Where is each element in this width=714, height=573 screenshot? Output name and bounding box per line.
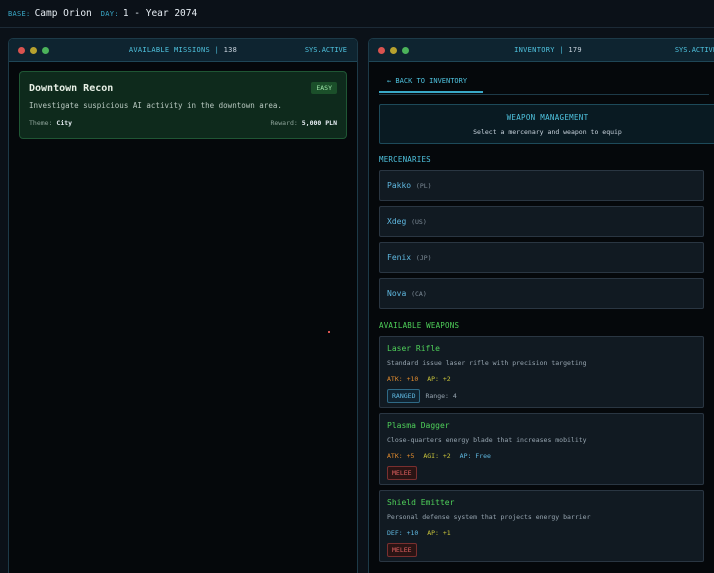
stat-ap: AP: +1: [427, 529, 451, 537]
mercenary-name: Xdeg: [387, 217, 407, 226]
missions-status: SYS.ACTIVE: [304, 46, 347, 54]
mercenary-name: Pakko: [387, 181, 412, 190]
missions-panel-header: AVAILABLE MISSIONS | 138 SYS.ACTIVE: [9, 39, 357, 62]
missions-panel: AVAILABLE MISSIONS | 138 SYS.ACTIVE Down…: [8, 38, 358, 573]
stat-ap: AP: Free: [459, 452, 491, 460]
inventory-count: 179: [568, 46, 582, 54]
stat-attack: ATK: +10: [387, 375, 419, 383]
weapon-name: Plasma Dagger: [387, 421, 450, 430]
weapon-card[interactable]: Plasma Dagger Close-quarters energy blad…: [379, 413, 704, 485]
melee-badge: MELEE: [387, 466, 417, 480]
inventory-title-text: INVENTORY |: [514, 46, 564, 54]
weapon-management-title: WEAPON MANAGEMENT: [506, 113, 589, 122]
inventory-panel-title: INVENTORY | 179: [369, 46, 714, 54]
reward-label: Reward:: [270, 119, 298, 127]
theme-label: Theme:: [29, 119, 53, 127]
status-bar: BASE: Camp Orion DAY: 1 - Year 2074: [0, 0, 714, 28]
mercenary-item[interactable]: Nova (CA): [379, 278, 704, 309]
weapon-card[interactable]: Laser Rifle Standard issue laser rifle w…: [379, 336, 704, 408]
mercenary-name: Nova: [387, 289, 407, 298]
stat-agility: AGI: +2: [423, 452, 451, 460]
weapon-range: Range: 4: [425, 392, 457, 400]
inventory-panel-header: INVENTORY | 179 SYS.ACTIVE: [369, 39, 714, 62]
weapon-stats: ATK: +10 AP: +2: [387, 375, 696, 383]
mercenary-item[interactable]: Fenix (JP): [379, 242, 704, 273]
melee-badge: MELEE: [387, 543, 417, 557]
tab-divider: [379, 94, 709, 95]
base-key: BASE:: [8, 9, 31, 18]
back-to-inventory-tab[interactable]: ← BACK TO INVENTORY: [379, 75, 483, 93]
reward-value: 5,000 PLN: [301, 119, 337, 127]
mercenary-name: Fenix: [387, 253, 412, 262]
mercenary-item[interactable]: Pakko (PL): [379, 170, 704, 201]
weapon-description: Standard issue laser rifle with precisio…: [387, 359, 587, 367]
stat-ap: AP: +2: [427, 375, 451, 383]
missions-count: 138: [223, 46, 238, 54]
weapon-card[interactable]: Shield Emitter Personal defense system t…: [379, 490, 704, 562]
weapon-description: Close-quarters energy blade that increas…: [387, 436, 587, 444]
mission-title: Downtown Recon: [29, 83, 114, 94]
theme-value: City: [56, 119, 73, 127]
weapon-stats: DEF: +10 AP: +1: [387, 529, 696, 537]
weapons-heading: AVAILABLE WEAPONS: [379, 321, 460, 330]
mercenary-item[interactable]: Xdeg (US): [379, 206, 704, 237]
mercenary-country: (US): [411, 218, 427, 226]
weapon-stats: ATK: +5 AGI: +2 AP: Free: [387, 452, 696, 460]
stat-attack: ATK: +5: [387, 452, 415, 460]
weapon-management-header: WEAPON MANAGEMENT Select a mercenary and…: [379, 104, 714, 144]
day-key: DAY:: [100, 9, 119, 18]
inventory-status: SYS.ACTIVE: [674, 46, 714, 54]
weapon-management-subtitle: Select a mercenary and weapon to equip: [473, 128, 622, 136]
missions-title-text: AVAILABLE MISSIONS |: [128, 46, 220, 54]
mission-description: Investigate suspicious AI activity in th…: [29, 101, 282, 110]
day-value: 1 - Year 2074: [122, 8, 198, 19]
base-name: Camp Orion: [34, 8, 92, 19]
stat-defense: DEF: +10: [387, 529, 419, 537]
weapon-description: Personal defense system that projects en…: [387, 513, 591, 521]
mercenary-country: (PL): [415, 182, 432, 190]
mercenary-country: (CA): [411, 290, 427, 298]
difficulty-badge: EASY: [311, 82, 337, 94]
mission-theme: Theme: City: [29, 119, 72, 127]
weapon-name: Shield Emitter: [387, 498, 455, 507]
map-marker: [328, 331, 330, 333]
weapon-name: Laser Rifle: [387, 344, 440, 353]
inventory-panel: INVENTORY | 179 SYS.ACTIVE ← BACK TO INV…: [368, 38, 714, 573]
mercenaries-heading: MERCENARIES: [379, 155, 431, 164]
mission-card[interactable]: Downtown Recon EASY Investigate suspicio…: [19, 71, 347, 139]
mercenary-country: (JP): [415, 254, 432, 262]
ranged-badge: RANGED: [387, 389, 421, 403]
mission-reward: Reward: 5,000 PLN: [270, 119, 337, 127]
